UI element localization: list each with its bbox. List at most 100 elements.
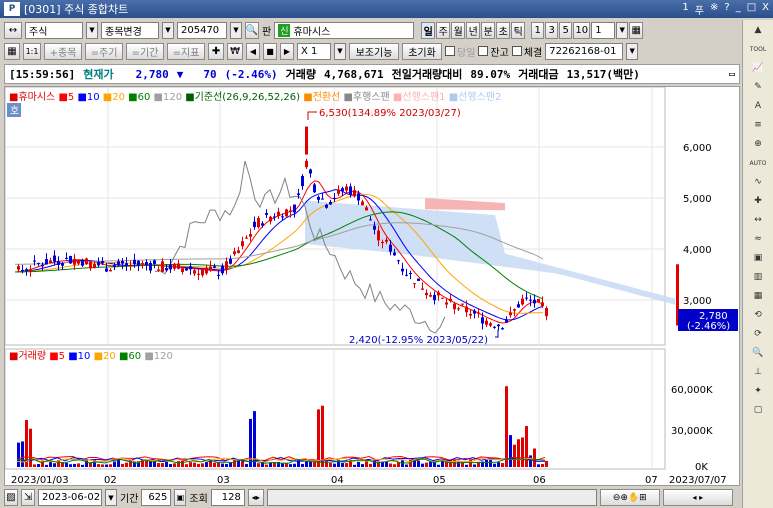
next-icon[interactable]: ▶ [280,42,294,60]
indicator-button[interactable]: =지표 [167,42,205,60]
chart-area[interactable]: ■휴마시스 ■5 ■10 ■20 ■60 ■120 ■기준선(26,9,26,5… [4,86,740,486]
tool-icon-16[interactable]: ⟳ [747,326,769,343]
tool-icon-6[interactable]: ⊕ [747,136,769,153]
period-tab-day[interactable]: 일 [421,21,436,39]
window-num-button[interactable]: 1 [682,2,688,17]
bottom-scrollbar[interactable]: ◂ ▸ [662,489,733,506]
legend-item[interactable]: ■60 [128,92,153,103]
stock-name-field[interactable]: 신 휴마시스 [274,21,415,39]
chart-type-icon[interactable]: ▨ [4,489,18,506]
exec-checkbox[interactable]: 체결 [511,44,542,59]
market-select[interactable]: 주식 [25,21,83,39]
link-button[interactable]: ※ [710,2,718,17]
horizontal-scrollbar[interactable] [266,489,597,506]
tool-icon-17[interactable]: 🔍 [747,345,769,362]
period-tab-week[interactable]: 주 [436,21,451,39]
today-checkbox[interactable]: 당일 [445,44,475,59]
interval-dropdown-icon[interactable]: ▼ [616,21,629,39]
stock-code-input[interactable]: 205470 [177,21,227,39]
legend-item[interactable]: ■20 [94,351,119,362]
layout-icon[interactable]: ▦ [4,42,20,60]
mode-dropdown-icon[interactable]: ▼ [162,21,174,39]
aux-function-button[interactable]: 보조기능 [349,42,399,60]
mode-select[interactable]: 종목변경 [101,21,159,39]
tool-icon-3[interactable]: ✎ [747,79,769,96]
range-button[interactable]: =기간 [126,42,164,60]
tool-icon-14[interactable]: ▦ [747,288,769,305]
tool-icon-0[interactable]: ▲ [747,22,769,39]
tool-icon-9[interactable]: ✚ [747,193,769,210]
legend-item[interactable]: ■거래량 [9,350,49,362]
legend-item[interactable]: ■10 [77,92,102,103]
tool-icon-15[interactable]: ⟲ [747,307,769,324]
period-tab-minute[interactable]: 분 [481,21,496,39]
tool-icon-4[interactable]: A [747,98,769,115]
tool-icon-1[interactable]: TOOL [747,41,769,58]
legend-item[interactable]: ■휴마시스 [9,91,58,103]
view-input[interactable]: 128 [210,489,245,506]
tool-icon-20[interactable]: ▢ [747,402,769,419]
close-button[interactable]: X [762,2,769,17]
legend-item[interactable]: ■5 [58,92,77,103]
export-icon[interactable]: ⇲ [21,489,35,506]
chart-svg[interactable]: ■휴마시스 ■5 ■10 ■20 ■60 ■120 ■기준선(26,9,26,5… [4,86,741,487]
stop-icon[interactable]: ■ [263,42,277,60]
period-tab-tick[interactable]: 틱 [511,21,526,39]
legend-item[interactable]: ■전환선 [303,91,343,103]
search-icon[interactable]: 🔍 [245,21,259,39]
grid-icon[interactable]: ▦ [629,21,644,39]
legend-item[interactable]: ■선행스팬2 [449,91,502,103]
panel-toggle-icon[interactable]: ▭ [729,69,735,80]
legend-item[interactable]: ■5 [49,351,68,362]
period-tab-month[interactable]: 월 [451,21,466,39]
nav-arrows-button[interactable]: ↔ [4,21,22,39]
tool-icon-8[interactable]: ∿ [747,174,769,191]
maximize-button[interactable]: □ [747,2,756,17]
help-button[interactable]: ? [724,2,729,17]
legend-item[interactable]: ■120 [144,351,173,362]
legend-item[interactable]: ■10 [68,351,93,362]
tool-icon-12[interactable]: ▣ [747,250,769,267]
speed-select[interactable]: X 1 [297,42,331,60]
tool-icon-2[interactable]: 📈 [747,60,769,77]
market-dropdown-icon[interactable]: ▼ [86,21,98,39]
period-tab-second[interactable]: 초 [496,21,511,39]
view-arrows-icon[interactable]: ◂▸ [247,489,264,506]
legend-item[interactable]: ■120 [154,92,186,103]
prev-icon[interactable]: ◀ [246,42,260,60]
speed-dropdown-icon[interactable]: ▼ [334,42,346,60]
reset-button[interactable]: 초기화 [402,42,442,60]
won-icon[interactable]: ₩ [227,42,243,60]
tool-icon-10[interactable]: ↔ [747,212,769,229]
interval-3[interactable]: 3 [545,21,559,39]
period-tab-year[interactable]: 년 [466,21,481,39]
zoom-controls[interactable]: ⊖⊕✋⊞ [599,489,660,506]
interval-input[interactable]: 1 [591,21,616,39]
date-dropdown-icon[interactable]: ▼ [105,489,117,506]
crosshair-icon[interactable]: ✚ [208,42,224,60]
date-input[interactable]: 2023-06-02 [38,489,102,506]
period-type-button[interactable]: =주기 [85,42,123,60]
tool-icon-5[interactable]: ≡ [747,117,769,134]
legend-item[interactable]: ■후행스팬 [343,91,392,103]
legend-item[interactable]: ■20 [103,92,128,103]
tool-icon-11[interactable]: ≈ [747,231,769,248]
tool-icon-18[interactable]: ⊥ [747,364,769,381]
account-select[interactable]: 72262168-01 [545,42,624,60]
add-stock-button[interactable]: +종목 [44,42,82,60]
tool-icon-19[interactable]: ✦ [747,383,769,400]
legend-item[interactable]: ■선행스팬1 [393,91,449,103]
balance-checkbox[interactable]: 잔고 [478,44,509,59]
interval-5[interactable]: 5 [559,21,573,39]
legend-item[interactable]: ■60 [119,351,144,362]
period-input[interactable]: 625 [141,489,172,506]
ratio-button[interactable]: 1:1 [23,42,41,60]
interval-10[interactable]: 10 [573,21,591,39]
tool-icon-7[interactable]: AUTO [747,155,769,172]
tool-icon-13[interactable]: ▥ [747,269,769,286]
interval-1[interactable]: 1 [531,21,545,39]
minimize-button[interactable]: _ [736,2,741,17]
pin-button[interactable]: 푸 [695,2,704,17]
code-dropdown-icon[interactable]: ▼ [230,21,242,39]
legend-item[interactable]: ■기준선(26,9,26,52,26) [185,91,303,103]
